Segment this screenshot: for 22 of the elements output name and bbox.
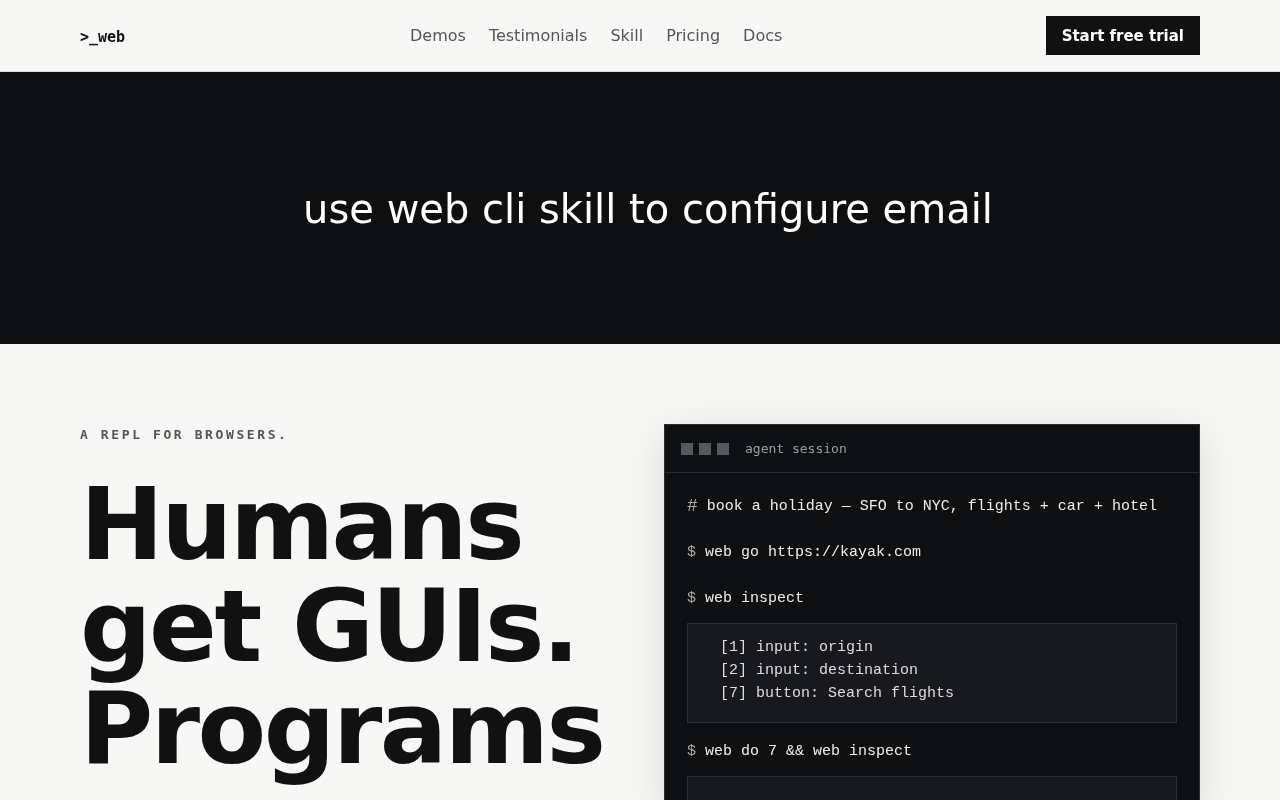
terminal-title: agent session (745, 441, 847, 456)
comment-text: book a holiday — SFO to NYC, flights + car + hotel (706, 497, 1157, 515)
prompt-symbol: $ (687, 742, 696, 760)
comment-mark: # (687, 496, 698, 516)
command-text: web inspect (705, 589, 805, 607)
nav-link[interactable]: Skill (610, 26, 644, 45)
prompt-symbol: $ (687, 589, 696, 607)
headline-line: Humans (80, 465, 524, 585)
output-line: [7] button: Search flights (720, 684, 956, 704)
nav-link[interactable]: Testimonials (488, 26, 588, 45)
command-text: web go https://kayak.com (705, 543, 922, 561)
eyebrow-text: A REPL FOR BROWSERS. (80, 427, 290, 442)
banner-text: use web cli skill to configure email (302, 185, 993, 232)
output-line: [1] input: origin (720, 638, 875, 658)
nav-link[interactable]: Pricing (666, 26, 721, 45)
command-text: web do 7 && web inspect (705, 742, 913, 760)
prompt-symbol: $ (687, 543, 696, 561)
nav-link[interactable]: Demos (410, 26, 466, 45)
start-trial-button[interactable]: Start free trial (1045, 16, 1200, 55)
nav-link[interactable]: Docs (743, 26, 783, 45)
logo[interactable]: >_web (80, 27, 330, 46)
output-line: [2] input: destination (720, 661, 920, 681)
